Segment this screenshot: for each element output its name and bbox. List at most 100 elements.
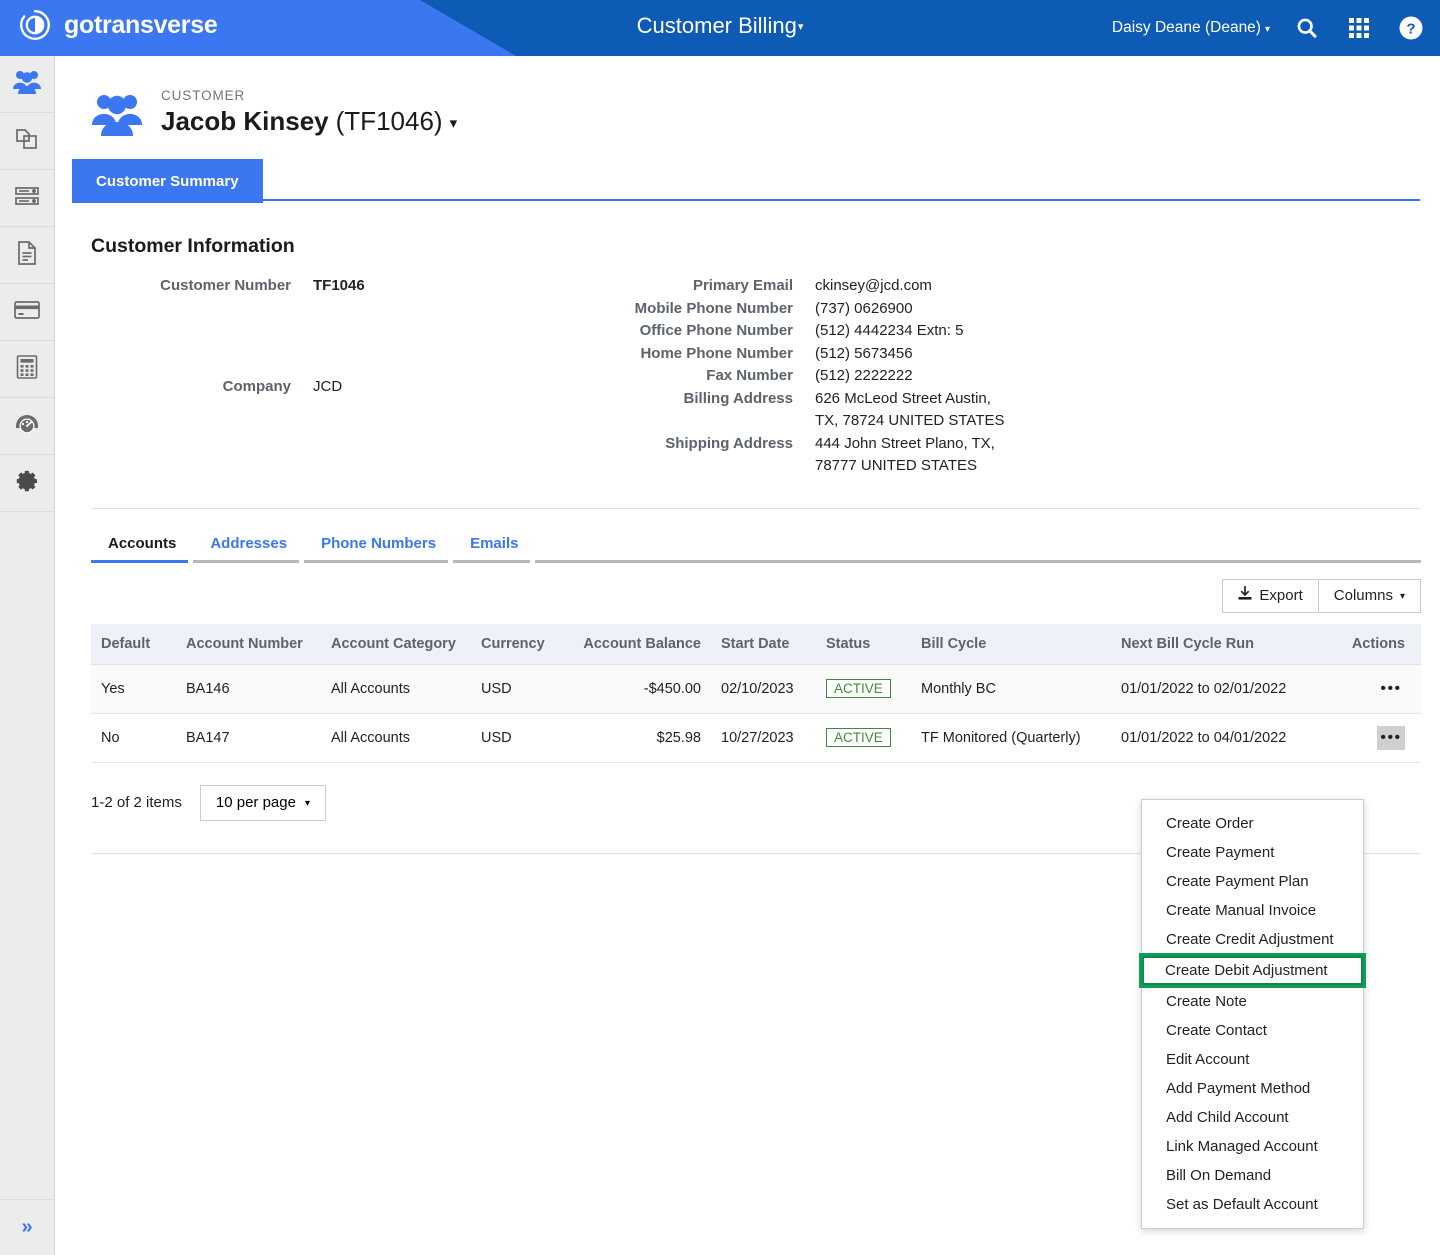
user-menu[interactable]: Daisy Deane (Deane) ▾ — [1112, 19, 1270, 37]
cell-status: ACTIVE — [816, 664, 911, 714]
menu-item-create-credit-adjustment[interactable]: Create Credit Adjustment — [1142, 925, 1363, 954]
cell-default: No — [91, 713, 176, 763]
menu-item-set-as-default-account[interactable]: Set as Default Account — [1142, 1190, 1363, 1219]
download-icon — [1238, 586, 1252, 605]
col-account-balance[interactable]: Account Balance — [566, 623, 711, 665]
menu-item-create-payment[interactable]: Create Payment — [1142, 838, 1363, 867]
field-label-fax-number: Fax Number — [706, 367, 793, 384]
left-icon-rail: » — [0, 56, 55, 1255]
field-value-fax-number: (512) 2222222 — [815, 367, 913, 384]
col-default[interactable]: Default — [91, 623, 176, 665]
col-status[interactable]: Status — [816, 623, 911, 665]
expand-sidebar-button[interactable]: » — [0, 1199, 54, 1255]
tab-customer-summary[interactable]: Customer Summary — [72, 159, 263, 203]
tab-addresses[interactable]: Addresses — [193, 535, 304, 563]
field-value-billing-address: 626 McLeod Street Austin, TX, 78724 UNIT… — [815, 389, 1005, 430]
chevron-down-icon: ▾ — [797, 21, 804, 33]
menu-item-create-payment-plan[interactable]: Create Payment Plan — [1142, 867, 1363, 896]
cell-bill-cycle: TF Monitored (Quarterly) — [911, 713, 1111, 763]
cell-account-category: All Accounts — [321, 664, 471, 714]
tab-phone-numbers[interactable]: Phone Numbers — [304, 535, 453, 563]
credit-card-icon — [13, 299, 41, 326]
main-tabstrip: Customer Summary — [72, 159, 1420, 203]
section-divider — [91, 507, 1421, 509]
menu-item-add-payment-method[interactable]: Add Payment Method — [1142, 1074, 1363, 1103]
col-currency[interactable]: Currency — [471, 623, 566, 665]
document-icon — [15, 240, 39, 271]
per-page-label: 10 per page — [215, 794, 296, 811]
search-icon[interactable] — [1292, 13, 1322, 43]
col-account-number[interactable]: Account Number — [176, 623, 321, 665]
svg-text:?: ? — [1406, 21, 1415, 38]
sidebar-item-billing[interactable] — [0, 170, 54, 227]
sidebar-item-invoices[interactable] — [0, 227, 54, 284]
apps-grid-icon[interactable] — [1344, 13, 1374, 43]
per-page-select[interactable]: 10 per page ▾ — [199, 784, 326, 821]
status-badge: ACTIVE — [826, 728, 891, 747]
cell-status: ACTIVE — [816, 713, 911, 763]
customer-info-right-column: Primary Email ckinsey@jcd.com Mobile Pho… — [448, 275, 1008, 478]
tab-emails[interactable]: Emails — [453, 535, 535, 563]
cell-account-balance: $25.98 — [566, 713, 711, 763]
help-icon[interactable]: ? — [1396, 13, 1426, 43]
top-navigation-bar: gotransverse Customer Billing▾ Daisy Dea… — [0, 0, 1440, 56]
cell-account-category: All Accounts — [321, 713, 471, 763]
sidebar-item-settings[interactable] — [0, 455, 54, 512]
menu-item-create-manual-invoice[interactable]: Create Manual Invoice — [1142, 896, 1363, 925]
field-label-billing-address: Billing Address — [683, 389, 793, 407]
col-start-date[interactable]: Start Date — [711, 623, 816, 665]
section-heading: Customer Information — [91, 235, 295, 257]
col-next-bill-cycle-run[interactable]: Next Bill Cycle Run — [1111, 623, 1341, 665]
chevron-down-icon: ▾ — [1264, 23, 1270, 35]
app-root: gotransverse Customer Billing▾ Daisy Dea… — [0, 0, 1440, 1255]
sidebar-item-products[interactable] — [0, 113, 54, 170]
sidebar-item-reports[interactable] — [0, 398, 54, 455]
customer-info-left-column: Customer Number TF1046 Company JCD — [91, 275, 426, 478]
sidebar-item-accounting[interactable] — [0, 341, 54, 398]
columns-button[interactable]: Columns ▾ — [1318, 578, 1421, 613]
cell-account-number: BA146 — [176, 664, 321, 714]
col-bill-cycle[interactable]: Bill Cycle — [911, 623, 1111, 665]
cell-next-bill-cycle-run: 01/01/2022 to 04/01/2022 — [1111, 713, 1341, 763]
brand-logo[interactable]: gotransverse — [18, 8, 218, 42]
menu-item-create-order[interactable]: Create Order — [1142, 809, 1363, 838]
row-actions-button-active[interactable]: ••• — [1377, 725, 1405, 750]
gauge-icon — [13, 412, 41, 441]
gotransverse-circle-logo-icon — [18, 8, 52, 42]
col-actions: Actions — [1341, 623, 1421, 665]
accounts-subtabs: Accounts Addresses Phone Numbers Emails — [91, 535, 1421, 563]
field-value-home-phone-number: (512) 5673456 — [815, 344, 913, 362]
menu-item-create-debit-adjustment[interactable]: Create Debit Adjustment — [1139, 953, 1366, 988]
field-value-shipping-address: 444 John Street Plano, TX, 78777 UNITED … — [815, 434, 995, 475]
field-label-company: Company — [222, 378, 291, 396]
sidebar-item-customers[interactable] — [0, 56, 54, 113]
chevron-down-icon[interactable]: ▾ — [450, 114, 458, 132]
cell-currency: USD — [471, 713, 566, 763]
table-row: Yes BA146 All Accounts USD -$450.00 02/1… — [91, 664, 1421, 714]
customer-number: (TF1046) — [335, 106, 443, 136]
field-value-customer-number: TF1046 — [313, 277, 365, 294]
cell-bill-cycle: Monthly BC — [911, 664, 1111, 714]
table-header-row: Default Account Number Account Category … — [91, 623, 1421, 665]
field-label-shipping-address: Shipping Address — [665, 434, 793, 452]
cell-actions: ••• — [1341, 664, 1421, 714]
export-button-label: Export — [1259, 587, 1303, 604]
menu-item-create-contact[interactable]: Create Contact — [1142, 1016, 1363, 1045]
cell-next-bill-cycle-run: 01/01/2022 to 02/01/2022 — [1111, 664, 1341, 714]
customer-information-grid: Customer Number TF1046 Company JCD Prima… — [91, 275, 1421, 478]
gear-icon — [14, 468, 40, 499]
menu-item-bill-on-demand[interactable]: Bill On Demand — [1142, 1161, 1363, 1190]
menu-item-link-managed-account[interactable]: Link Managed Account — [1142, 1132, 1363, 1161]
menu-item-edit-account[interactable]: Edit Account — [1142, 1045, 1363, 1074]
server-stack-icon — [14, 185, 40, 212]
col-account-category[interactable]: Account Category — [321, 623, 471, 665]
cell-account-balance: -$450.00 — [566, 664, 711, 714]
tab-accounts[interactable]: Accounts — [91, 535, 193, 563]
sidebar-item-payments[interactable] — [0, 284, 54, 341]
cell-actions: ••• — [1341, 713, 1421, 763]
row-actions-button[interactable]: ••• — [1377, 677, 1405, 701]
cell-account-number: BA147 — [176, 713, 321, 763]
export-button[interactable]: Export — [1222, 578, 1319, 613]
menu-item-add-child-account[interactable]: Add Child Account — [1142, 1103, 1363, 1132]
menu-item-create-note[interactable]: Create Note — [1142, 987, 1363, 1016]
